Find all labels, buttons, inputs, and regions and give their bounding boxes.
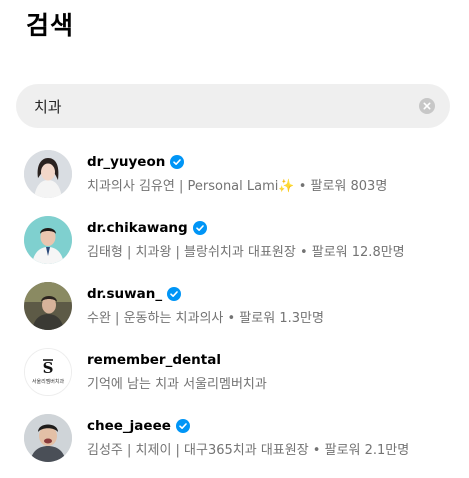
result-subtitle: 김태형 | 치과왕 | 블랑쉬치과 대표원장 • 팔로워 12.8만명: [87, 245, 405, 260]
page-title: 검색: [26, 11, 75, 40]
result-subtitle: 수완 | 운동하는 치과의사 • 팔로워 1.3만명: [87, 311, 324, 326]
username[interactable]: chee_jaeee: [87, 418, 171, 434]
verified-badge-icon: [170, 155, 185, 169]
username[interactable]: dr.chikawang: [87, 220, 188, 236]
verified-badge-icon: [167, 287, 182, 301]
search-result-row[interactable]: dr_yuyeon 치과의사 김유연 | Personal Lami✨ • 팔로…: [0, 148, 469, 214]
avatar[interactable]: [24, 414, 72, 462]
search-input[interactable]: [34, 84, 414, 128]
verified-badge-icon: [192, 221, 207, 235]
avatar[interactable]: [24, 282, 72, 330]
search-result-row[interactable]: dr.chikawang 김태형 | 치과왕 | 블랑쉬치과 대표원장 • 팔로…: [0, 214, 469, 280]
svg-text:S: S: [43, 359, 54, 377]
search-result-row[interactable]: S 서울리멤버치과 remember_dental 기억에 남는 치과 서울리멤…: [0, 346, 469, 412]
verified-badge-icon: [175, 419, 190, 433]
result-subtitle: 김성주 | 치제이 | 대구365치과 대표원장 • 팔로워 2.1만명: [87, 443, 410, 458]
username[interactable]: dr.suwan_: [87, 286, 162, 302]
logo-text: 서울리멤버치과: [32, 378, 65, 385]
clear-search-icon[interactable]: [419, 98, 435, 114]
search-result-row[interactable]: dr.suwan_ 수완 | 운동하는 치과의사 • 팔로워 1.3만명: [0, 280, 469, 346]
avatar[interactable]: [24, 150, 72, 198]
avatar[interactable]: [24, 216, 72, 264]
result-subtitle: 치과의사 김유연 | Personal Lami✨ • 팔로워 803명: [87, 179, 388, 194]
username[interactable]: remember_dental: [87, 352, 221, 368]
search-results-list: dr_yuyeon 치과의사 김유연 | Personal Lami✨ • 팔로…: [0, 148, 469, 478]
avatar[interactable]: S 서울리멤버치과: [24, 348, 72, 396]
username[interactable]: dr_yuyeon: [87, 154, 165, 170]
search-result-row[interactable]: chee_jaeee 김성주 | 치제이 | 대구365치과 대표원장 • 팔로…: [0, 412, 469, 478]
search-bar[interactable]: [16, 84, 450, 128]
result-subtitle: 기억에 남는 치과 서울리멤버치과: [87, 377, 267, 392]
